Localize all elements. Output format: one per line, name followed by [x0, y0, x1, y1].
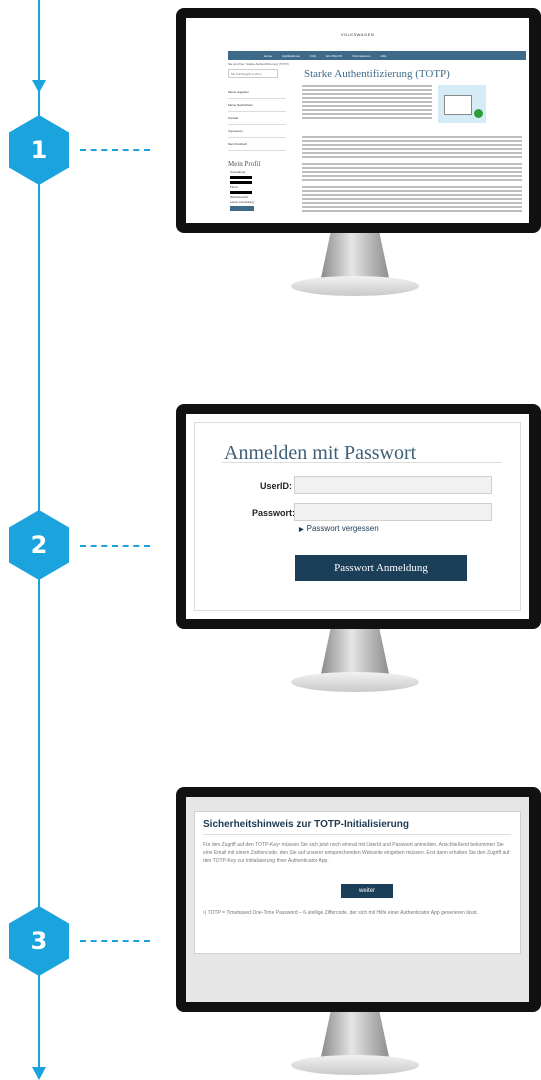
forgot-password-link[interactable]: ▶ Passwort vergessen	[299, 524, 379, 533]
step-1-connector	[80, 149, 150, 151]
profile-title: Mein Profil	[228, 160, 261, 168]
screen-totp-notice: Sicherheitshinweis zur TOTP-Initialisier…	[186, 797, 529, 1002]
step-number: 2	[30, 531, 48, 559]
flow-arrow-down-icon	[32, 1067, 46, 1080]
sidebar-item[interactable]: Mein Postfach	[228, 138, 286, 151]
monitor-stand	[321, 1012, 389, 1057]
monitor-base	[291, 1055, 419, 1075]
userid-input[interactable]	[294, 476, 492, 494]
device-icon	[444, 95, 472, 115]
notice-title: Sicherheitshinweis zur TOTP-Initialisier…	[203, 819, 409, 830]
nav-faq[interactable]: FAQ	[310, 54, 316, 58]
portal-header: VOLKSWAGEN	[186, 18, 529, 48]
sidebar: Meine Angaben Meine Nachrichten Kontakt …	[228, 86, 286, 151]
flow-arrow-down-icon	[32, 80, 46, 93]
sidebar-item[interactable]: Kontakt	[228, 112, 286, 125]
totp-illustration	[438, 85, 486, 123]
monitor-base	[291, 672, 419, 692]
password-input[interactable]	[294, 503, 492, 521]
divider	[203, 834, 511, 835]
profile-line: Firma	[230, 185, 238, 189]
password-label: Passwort:	[252, 508, 296, 518]
monitor-stand	[321, 629, 389, 674]
screen-portal-page: VOLKSWAGEN Home Applikationen FAQ EU-DSG…	[186, 18, 529, 223]
sidebar-item[interactable]: Impressum	[228, 125, 286, 138]
body-text	[302, 136, 522, 214]
step-3-badge: 3	[9, 906, 69, 976]
nav-eu-dsgvo[interactable]: EU-DSGVO	[326, 54, 342, 58]
monitor-stand	[321, 233, 389, 278]
step-2-connector	[80, 545, 150, 547]
redacted-bar	[230, 191, 252, 194]
step-number: 3	[30, 927, 48, 955]
check-icon	[474, 109, 483, 118]
triangle-right-icon: ▶	[299, 527, 304, 533]
portal-nav: Home Applikationen FAQ EU-DSGVO Informat…	[228, 51, 526, 60]
step-2-badge: 2	[9, 510, 69, 580]
profile-line: Anmeldung	[230, 170, 246, 174]
nav-informationen[interactable]: Informationen	[352, 54, 370, 58]
profile-button[interactable]	[230, 206, 254, 211]
screen-login-page: Anmelden mit Passwort UserID: Passwort: …	[186, 414, 529, 619]
password-login-button[interactable]: Passwort Anmeldung	[295, 555, 467, 581]
search-input[interactable]: Mit Suchbegriff suchen	[228, 69, 278, 78]
monitor-base	[291, 276, 419, 296]
step-number: 1	[30, 136, 48, 164]
step-1-badge: 1	[9, 115, 69, 185]
redacted-bar	[230, 181, 252, 184]
intro-text	[302, 85, 432, 121]
profile-line: Werksbereich	[230, 195, 249, 199]
vw-logo: VOLKSWAGEN	[340, 32, 375, 37]
redacted-bar	[230, 176, 252, 179]
page-title: Starke Authentifizierung (TOTP)	[304, 68, 450, 80]
monitor-bezel: Anmelden mit Passwort UserID: Passwort: …	[176, 404, 541, 629]
notice-text: Für den Zugriff auf den TOTP-Key¹ müssen…	[203, 842, 510, 864]
nav-hilfe[interactable]: Hilfe	[380, 54, 386, 58]
sidebar-item[interactable]: Meine Angaben	[228, 86, 286, 99]
monitor-bezel: VOLKSWAGEN Home Applikationen FAQ EU-DSG…	[176, 8, 541, 233]
monitor-bezel: Sicherheitshinweis zur TOTP-Initialisier…	[176, 787, 541, 1012]
notice-footnote: ¹) TOTP = Timebased One-Time Password – …	[203, 910, 478, 916]
userid-label: UserID:	[260, 481, 293, 491]
sidebar-item[interactable]: Meine Nachrichten	[228, 99, 286, 112]
weiter-button[interactable]: weiter	[341, 884, 393, 898]
notice-panel: Sicherheitshinweis zur TOTP-Initialisier…	[194, 811, 521, 954]
step-3-connector	[80, 940, 150, 942]
nav-applikationen[interactable]: Applikationen	[282, 54, 300, 58]
nav-home[interactable]: Home	[264, 54, 272, 58]
divider	[222, 462, 502, 463]
forgot-password-label: Passwort vergessen	[306, 524, 379, 533]
profile-line: Letzte Anmeldung	[230, 200, 255, 204]
breadcrumb: Sie sind hier: Starke Authentifizierung …	[228, 62, 289, 66]
